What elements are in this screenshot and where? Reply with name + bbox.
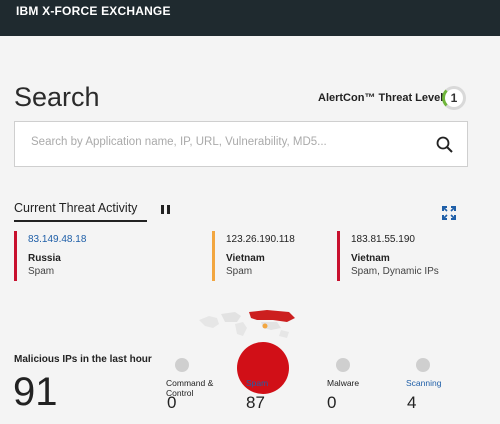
threat-card[interactable]: 123.26.190.118 Vietnam Spam: [212, 231, 331, 281]
stat-value-malware: 0: [327, 393, 337, 412]
stat-value-spam: 87: [246, 393, 265, 412]
alertcon-label[interactable]: AlertCon™ Threat Level: [318, 92, 443, 104]
stat-label-spam[interactable]: Spam: [246, 378, 268, 388]
search-box: [14, 121, 468, 167]
threat-card-ip[interactable]: 183.81.55.190: [351, 234, 415, 245]
search-icon[interactable]: [435, 135, 455, 155]
threat-level-gauge[interactable]: 1: [442, 86, 466, 110]
bubble-command-control[interactable]: [175, 358, 189, 372]
tab-current-threat-activity[interactable]: Current Threat Activity: [14, 201, 137, 215]
threat-card-country: Russia: [28, 253, 61, 264]
world-map: [199, 310, 295, 338]
search-input[interactable]: [31, 136, 421, 148]
page-title: Search: [14, 82, 100, 112]
threat-card[interactable]: 183.81.55.190 Vietnam Spam, Dynamic IPs: [337, 231, 456, 281]
stat-label-malware: Malware: [327, 378, 360, 388]
stat-value-command-control: 0: [167, 393, 177, 412]
threat-level-value: 1: [450, 91, 458, 105]
threat-card-category: Spam, Dynamic IPs: [351, 266, 439, 277]
threat-card-category: Spam: [28, 266, 55, 277]
top-bar: IBM X-FORCE EXCHANGE: [0, 0, 500, 36]
bubble-malware[interactable]: [336, 358, 350, 372]
malicious-ips-total: 91: [13, 370, 58, 414]
threat-card[interactable]: 83.149.48.18 Russia Spam: [14, 231, 133, 281]
threat-card-country: Vietnam: [226, 253, 265, 264]
expand-icon[interactable]: [442, 206, 456, 220]
active-tab-indicator: [14, 220, 147, 222]
threat-card-category: Spam: [226, 266, 253, 277]
stat-label-scanning[interactable]: Scanning: [406, 378, 441, 388]
threat-card-country: Vietnam: [351, 253, 390, 264]
malicious-ips-label: Malicious IPs in the last hour: [14, 354, 152, 365]
bubble-scanning[interactable]: [416, 358, 430, 372]
brand-logo[interactable]: IBM X-FORCE EXCHANGE: [16, 4, 171, 18]
threat-card-ip[interactable]: 83.149.48.18: [28, 234, 86, 245]
threat-card-ip[interactable]: 123.26.190.118: [226, 234, 295, 245]
pause-icon[interactable]: [161, 205, 170, 214]
stat-value-scanning: 4: [407, 393, 417, 412]
